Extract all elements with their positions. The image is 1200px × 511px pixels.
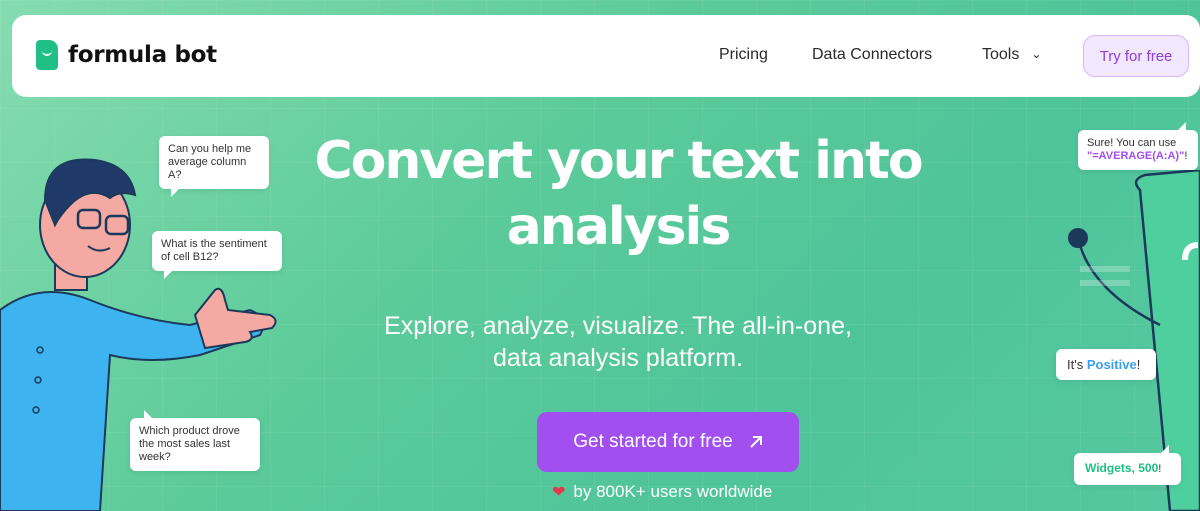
answer-1-suffix: ! [1184, 150, 1188, 162]
nav-link-data-connectors[interactable]: Data Connectors [812, 46, 932, 64]
social-proof: ❤ by 800K+ users worldwide [552, 482, 772, 502]
hero-subtitle-line2: data analysis platform. [492, 344, 744, 372]
arrow-up-right-icon [750, 436, 762, 448]
chat-bubble-question-2: What is the sentiment of cell B12? [152, 231, 282, 279]
get-started-button[interactable]: Get started for free [537, 412, 799, 472]
answer-1-formula: "=AVERAGE(A:A)" [1087, 150, 1185, 162]
answer-3-suffix: ! [1158, 463, 1162, 475]
hero-subtitle-line1: Explore, analyze, visualize. The all-in-… [384, 312, 852, 340]
chat-bubble-answer-1: Sure! You can use "=AVERAGE(A:A)"! [1078, 122, 1198, 170]
social-proof-text: by 800K+ users worldwide [573, 482, 773, 501]
answer-2-prefix: It's [1067, 357, 1087, 372]
answer-2-value: Positive [1086, 357, 1137, 372]
answer-3-value: Widgets, 500 [1085, 461, 1159, 475]
heart-icon: ❤ [552, 484, 566, 501]
chevron-down-icon: ⌄ [1031, 47, 1042, 61]
chat-bubble-question-1: Can you help me average column A? [159, 136, 269, 197]
hero-title: Convert your text into analysis [300, 128, 936, 260]
hero-title-line1: Convert your text into [314, 131, 923, 191]
try-for-free-button[interactable]: Try for free [1083, 35, 1189, 77]
logo-icon [36, 40, 58, 70]
nav-tools-dropdown[interactable]: Tools ⌄ [982, 46, 1041, 64]
hero-subtitle: Explore, analyze, visualize. The all-in-… [360, 310, 876, 374]
chat-bubble-answer-3: Widgets, 500! [1074, 445, 1181, 485]
logo[interactable]: formula bot [36, 40, 217, 70]
nav-link-pricing[interactable]: Pricing [719, 46, 768, 64]
chat-bubble-question-3: Which product drove the most sales last … [130, 410, 260, 471]
nav-link-tools: Tools [982, 46, 1020, 63]
answer-1-prefix: Sure! You can use [1087, 137, 1177, 149]
get-started-label: Get started for free [573, 431, 733, 452]
answer-2-suffix: ! [1136, 357, 1141, 372]
hero-title-line2: analysis [506, 197, 732, 257]
logo-text: formula bot [68, 42, 217, 68]
chat-bubble-answer-2: It's Positive! [1056, 349, 1156, 380]
navbar: formula bot Pricing Data Connectors Tool… [12, 15, 1200, 97]
